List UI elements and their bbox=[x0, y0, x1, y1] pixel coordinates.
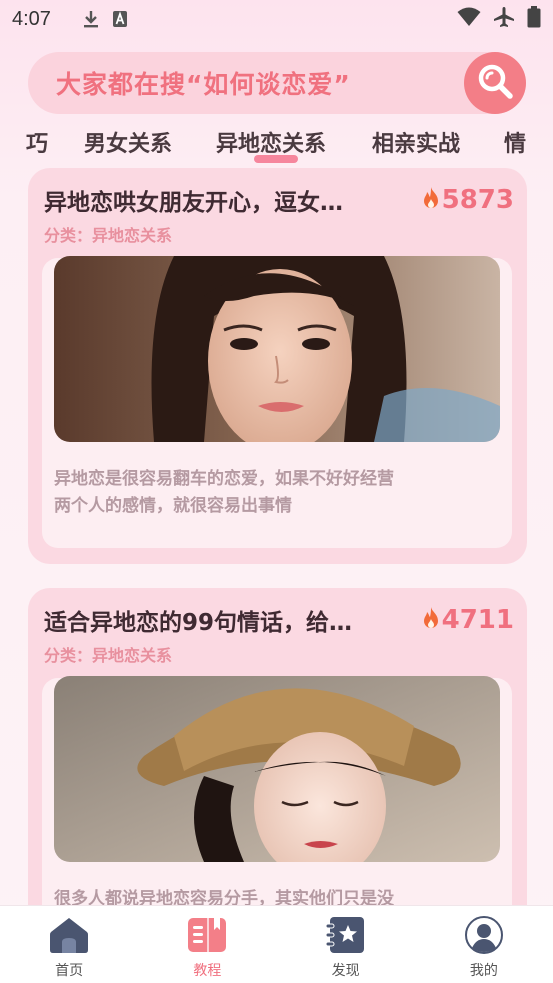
article-card[interactable]: 适合异地恋的99句情话，给… 4711 分类：异地恋关系 很多人都说异地恋容易分… bbox=[28, 588, 527, 958]
download-icon bbox=[82, 9, 100, 29]
app-screen: 4:07 大家都在搜“如何谈恋爱” 巧 男女关系 异地恋关系 相亲实战 情 异地… bbox=[0, 0, 553, 983]
portrait-photo-icon bbox=[54, 676, 500, 862]
search-button[interactable] bbox=[464, 52, 526, 114]
status-time: 4:07 bbox=[12, 7, 51, 30]
book-icon bbox=[187, 916, 227, 958]
category-tabs: 巧 男女关系 异地恋关系 相亲实战 情 bbox=[0, 122, 553, 166]
hot-indicator: 5873 bbox=[422, 185, 514, 215]
bottom-navigation: 首页 教程 发现 我的 bbox=[0, 905, 553, 983]
hot-count: 4711 bbox=[441, 605, 514, 635]
nav-item-discover[interactable]: 发现 bbox=[277, 906, 415, 983]
nav-label: 教程 bbox=[193, 963, 222, 979]
article-photo bbox=[54, 676, 500, 862]
tab-skills[interactable]: 巧 bbox=[26, 126, 48, 158]
hot-indicator: 4711 bbox=[422, 605, 514, 635]
search-bar[interactable]: 大家都在搜“如何谈恋爱” bbox=[28, 52, 526, 114]
search-icon bbox=[475, 61, 515, 105]
article-title: 适合异地恋的99句情话，给… bbox=[44, 610, 353, 636]
wifi-icon bbox=[457, 7, 481, 31]
fire-icon bbox=[422, 606, 440, 634]
battery-icon bbox=[527, 6, 541, 32]
search-placeholder: 大家都在搜“如何谈恋爱” bbox=[56, 70, 351, 99]
profile-icon bbox=[464, 916, 504, 958]
tab-blind-date[interactable]: 相亲实战 bbox=[372, 126, 460, 158]
tab-emotion[interactable]: 情 bbox=[504, 126, 526, 158]
nav-label: 首页 bbox=[55, 963, 84, 979]
discover-icon bbox=[325, 916, 366, 958]
nav-item-tutorial[interactable]: 教程 bbox=[138, 906, 276, 983]
article-header: 适合异地恋的99句情话，给… 4711 bbox=[44, 604, 514, 636]
portrait-photo-icon bbox=[54, 256, 500, 442]
article-card[interactable]: 异地恋哄女朋友开心，逗女… 5873 分类：异地恋关系 异地恋是很容易翻车的恋爱… bbox=[28, 168, 527, 564]
article-title: 异地恋哄女朋友开心，逗女… bbox=[44, 190, 343, 216]
hot-count: 5873 bbox=[441, 185, 514, 215]
app-notification-icon bbox=[112, 10, 128, 28]
nav-item-profile[interactable]: 我的 bbox=[415, 906, 553, 983]
tab-relationships[interactable]: 男女关系 bbox=[84, 126, 172, 158]
home-icon bbox=[49, 916, 89, 958]
article-category: 分类：异地恋关系 bbox=[44, 226, 173, 245]
fire-icon bbox=[422, 186, 440, 214]
article-description-line: 两个人的感情，就很容易出事情 bbox=[54, 496, 292, 516]
article-header: 异地恋哄女朋友开心，逗女… 5873 bbox=[44, 184, 514, 216]
nav-item-home[interactable]: 首页 bbox=[0, 906, 138, 983]
status-bar: 4:07 bbox=[0, 0, 553, 38]
airplane-mode-icon bbox=[493, 6, 515, 32]
nav-label: 发现 bbox=[331, 963, 360, 979]
tab-long-distance[interactable]: 异地恋关系 bbox=[216, 126, 326, 158]
nav-label: 我的 bbox=[469, 963, 498, 979]
article-category: 分类：异地恋关系 bbox=[44, 646, 173, 665]
article-description-line: 异地恋是很容易翻车的恋爱，如果不好好经营 bbox=[54, 469, 394, 489]
active-tab-indicator bbox=[254, 155, 298, 163]
article-photo bbox=[54, 256, 500, 442]
